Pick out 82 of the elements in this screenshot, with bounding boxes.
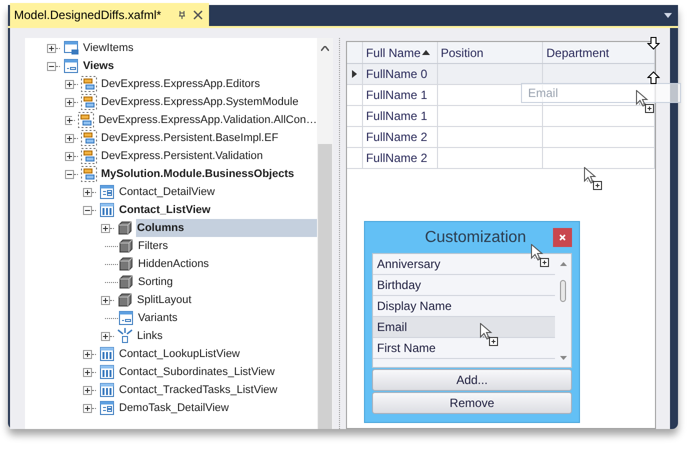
stacked-boxes-icon [81,130,97,146]
expand-icon[interactable] [83,404,92,412]
expand-icon[interactable] [65,152,74,160]
tree-item[interactable]: Contact_TrackedTasks_ListView [118,381,317,399]
expand-icon[interactable] [101,224,110,232]
tree-item[interactable]: Contact_LookupListView [118,345,317,363]
dialog-button[interactable]: Add... [372,369,572,391]
expand-icon[interactable] [47,44,56,52]
tree-item[interactable]: Contact_Subordinates_ListView [118,363,317,381]
tree-item[interactable]: Contact_DetailView [118,183,317,201]
tree-item[interactable]: DevExpress.ExpressApp.SystemModule [100,93,317,111]
table-icon [99,346,115,362]
expand-icon[interactable] [83,368,92,376]
tree-item[interactable]: Filters [137,237,317,255]
table-cell: FullName 1 [362,85,438,105]
tree-item[interactable]: Columns [136,219,317,237]
table-cell: FullName 0 [362,64,438,84]
pin-icon[interactable] [177,10,188,20]
window-icon [118,310,134,326]
table-cell: FullName 1 [362,106,438,126]
tree-item[interactable]: Contact_ListView [118,201,317,219]
dropdown-icon[interactable] [664,13,672,18]
drag-cursor-icon [584,167,603,191]
expand-icon[interactable] [83,386,92,394]
tree-item[interactable]: Views [82,57,317,75]
table-icon [99,364,115,380]
expand-icon[interactable] [101,332,110,340]
expand-icon[interactable] [65,134,74,142]
stacked-boxes-icon [78,112,94,128]
drag-cursor-icon [480,323,499,347]
collapse-icon[interactable] [47,62,56,70]
form-icon [99,184,115,200]
form-icon [99,400,115,416]
collapse-icon[interactable] [65,170,74,178]
tree-item[interactable]: DemoTask_DetailView [118,399,317,417]
close-icon[interactable] [193,10,204,20]
tree-item[interactable]: Links [136,327,317,345]
list-item[interactable]: Email [373,317,555,338]
scroll-up-icon[interactable] [321,46,329,51]
stacked-boxes-icon [81,76,97,92]
window-icon [63,58,79,74]
table-cell: FullName 2 [362,148,438,168]
expand-icon[interactable] [65,98,74,106]
tree-item[interactable]: ViewItems [82,39,317,57]
close-icon [559,234,566,241]
cube-icon [117,292,133,308]
tree-item[interactable]: DevExpress.Persistent.Validation [100,147,317,165]
expand-icon[interactable] [101,296,110,304]
scrollbar[interactable] [317,38,333,429]
list-item[interactable]: Birthday [373,275,555,296]
scroll-down-icon[interactable] [560,356,566,360]
tree-item[interactable]: MySolution.Module.BusinessObjects [100,165,317,183]
column-header[interactable]: Full Name [362,42,438,63]
dialog-button[interactable]: Remove [372,392,572,414]
tree-item[interactable]: DevExpress.ExpressApp.Editors [100,75,317,93]
expand-icon[interactable] [65,116,72,124]
collapse-icon[interactable] [83,206,92,214]
stacked-boxes-icon [81,94,97,110]
document-tab[interactable]: Model.DesignedDiffs.xafml* [10,3,210,26]
tree-item[interactable]: Variants [137,309,317,327]
tree-item[interactable]: DevExpress.ExpressApp.Validation.AllCon… [97,111,317,129]
scroll-up-icon[interactable] [560,262,566,266]
stacked-boxes-icon [81,166,97,182]
column-header[interactable]: Position [438,42,544,63]
close-button[interactable] [553,228,572,247]
window-title: Customization [424,228,526,248]
cube-icon [117,220,133,236]
tree-item[interactable]: SplitLayout [136,291,317,309]
scrollbar-thumb[interactable] [560,280,566,302]
expand-icon[interactable] [65,80,74,88]
tree-item[interactable]: DevExpress.Persistent.BaseImpl.EF [100,129,317,147]
tree-item[interactable]: Sorting [137,273,317,291]
arrows-icon [117,328,133,344]
expand-icon[interactable] [83,188,92,196]
expand-icon[interactable] [83,350,92,358]
tab-title: Model.DesignedDiffs.xafml* [14,6,162,24]
scrollbar-thumb[interactable] [318,144,332,429]
table-cell: FullName 2 [362,127,438,147]
stacked-boxes-icon [81,148,97,164]
table-icon [99,382,115,398]
table-icon [99,202,115,218]
tree-item[interactable]: HiddenActions [137,255,317,273]
